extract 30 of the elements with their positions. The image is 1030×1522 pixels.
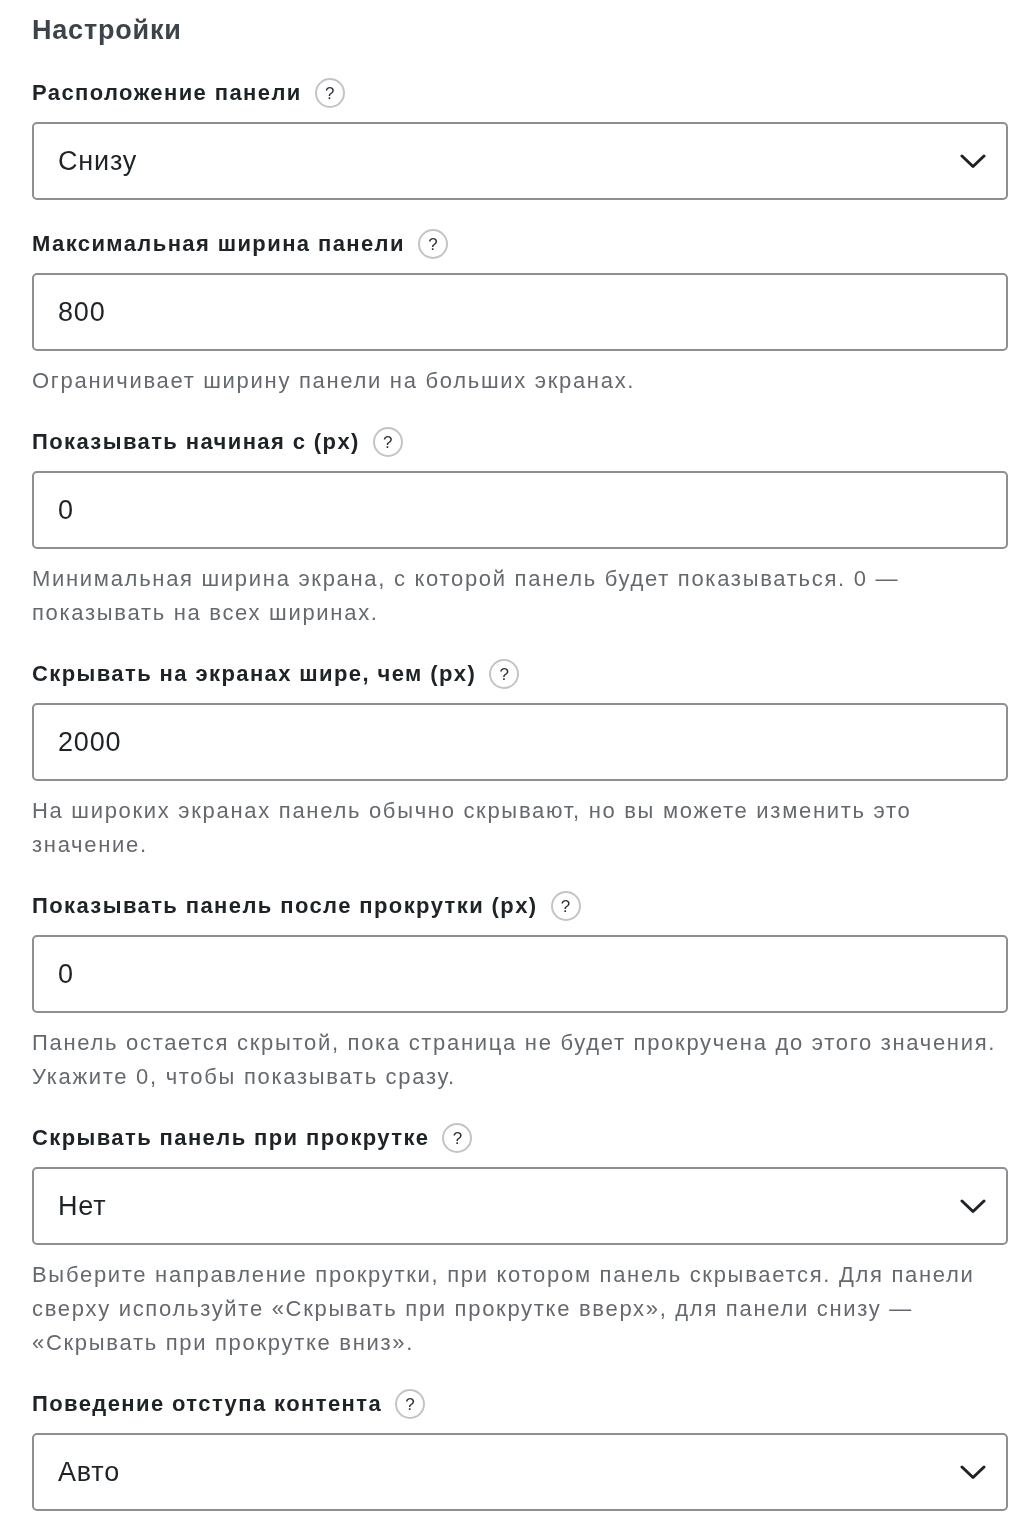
number-input[interactable]: 0 — [32, 935, 1008, 1013]
field-label: Максимальная ширина панели — [32, 231, 405, 257]
help-icon[interactable]: ? — [417, 229, 448, 259]
help-icon[interactable]: ? — [442, 1123, 473, 1153]
section-title: Настройки — [32, 14, 183, 47]
help-icon[interactable]: ? — [550, 891, 581, 921]
help-icon[interactable]: ? — [372, 427, 403, 457]
chevron-down-icon — [960, 1464, 986, 1480]
field-label: Скрывать на экранах шире, чем (px) — [32, 661, 477, 687]
field-label: Поведение отступа контента — [32, 1391, 383, 1417]
help-icon[interactable]: ? — [395, 1389, 426, 1419]
dropdown-select[interactable]: Авто — [32, 1433, 1008, 1511]
number-input[interactable]: 2000 — [32, 703, 1008, 781]
dropdown-select[interactable]: Снизу — [32, 122, 1008, 200]
number-input[interactable]: 800 — [32, 273, 1008, 351]
field-description: Минимальная ширина экрана, с которой панель будет показываться. 0 — показывать на всех ширинах. — [32, 565, 901, 627]
number-input[interactable]: 0 — [32, 471, 1008, 549]
field-label: Расположение панели — [32, 80, 302, 106]
field-description: Ограничивает ширину панели на больших экранах. — [32, 367, 637, 395]
chevron-down-icon — [960, 153, 986, 169]
help-icon[interactable]: ? — [489, 659, 520, 689]
field-label: Показывать панель после прокрутки (px) — [32, 893, 538, 919]
field-label: Показывать начиная с (px) — [32, 429, 360, 455]
field-description: Выберите направление прокрутки, при котором панель скрывается. Для панели сверху используйте «Скрывать при прокрутке вверх», для панели снизу — «Скрывать при прокрутке вниз». — [32, 1261, 976, 1357]
field-description: На широких экранах панель обычно скрывают, но вы можете изменить это значение. — [32, 797, 913, 859]
field-label: Скрывать панель при прокрутке — [32, 1125, 430, 1151]
help-icon[interactable]: ? — [314, 78, 345, 108]
field-description: Панель остается скрытой, пока страница не будет прокручена до этого значения. Укажите 0, чтобы показывать сразу. — [32, 1029, 998, 1091]
dropdown-select[interactable]: Нет — [32, 1167, 1008, 1245]
chevron-down-icon — [960, 1198, 986, 1214]
